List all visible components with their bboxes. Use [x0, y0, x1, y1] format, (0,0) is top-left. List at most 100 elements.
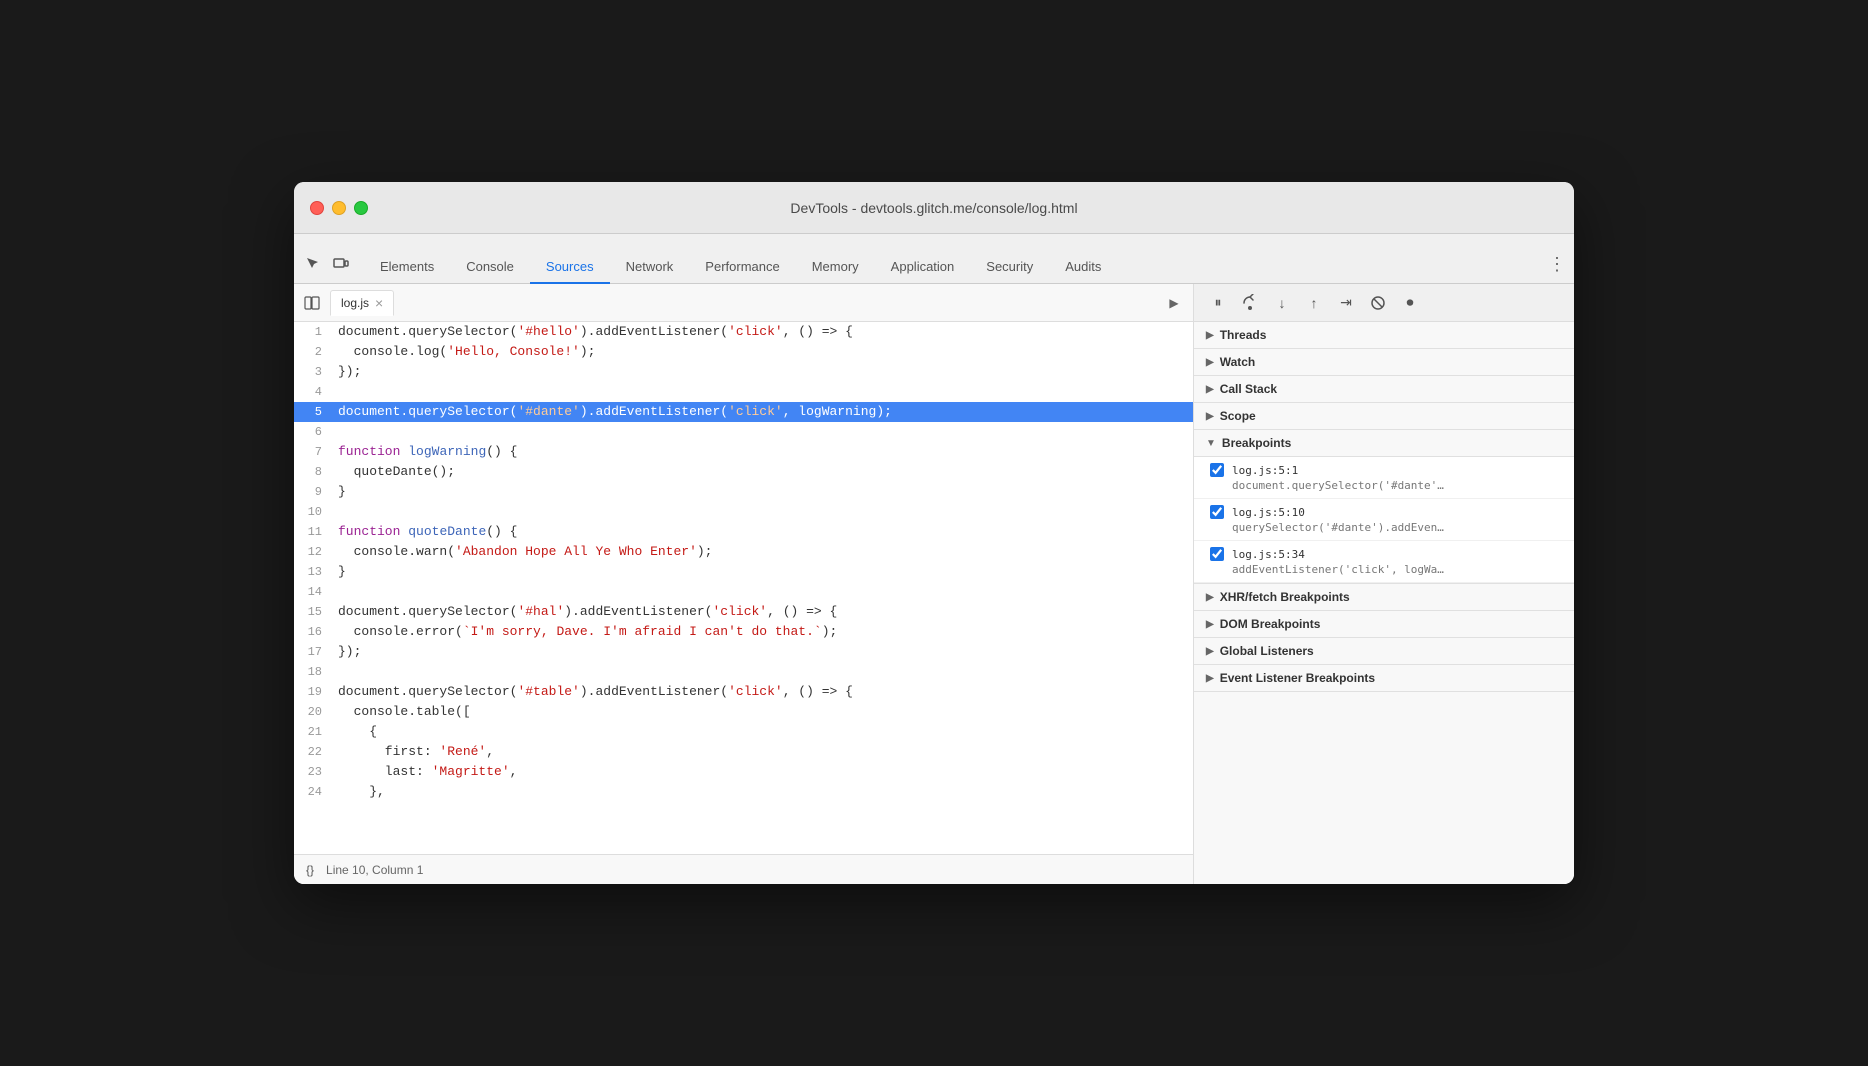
event-listener-breakpoints-arrow-icon [1206, 673, 1214, 684]
file-tab-close-icon[interactable]: × [375, 295, 383, 311]
cursor-position: Line 10, Column 1 [326, 863, 423, 877]
inspect-icon[interactable] [302, 253, 324, 275]
code-line-22: 22 first: 'René', [294, 742, 1193, 762]
window-title: DevTools - devtools.glitch.me/console/lo… [790, 200, 1077, 216]
step-button[interactable]: ⇥ [1334, 291, 1358, 315]
step-over-button[interactable] [1238, 291, 1262, 315]
code-line-13: 13 } [294, 562, 1193, 582]
xhr-breakpoints-label: XHR/fetch Breakpoints [1220, 590, 1350, 604]
dom-breakpoints-label: DOM Breakpoints [1220, 617, 1321, 631]
xhr-breakpoints-arrow-icon [1206, 592, 1214, 603]
format-icon[interactable]: {} [306, 863, 314, 877]
devtools-window: DevTools - devtools.glitch.me/console/lo… [294, 182, 1574, 884]
code-line-18: 18 [294, 662, 1193, 682]
debugger-toolbar: ⏸ ↓ ↑ ⇥ ⏺ [1194, 284, 1574, 322]
breakpoint-2-location: log.js:5:10 [1232, 506, 1305, 519]
code-line-20: 20 console.table([ [294, 702, 1193, 722]
threads-arrow-icon [1206, 330, 1214, 341]
code-line-4: 4 [294, 382, 1193, 402]
tab-console[interactable]: Console [450, 251, 530, 284]
deactivate-breakpoints-button[interactable] [1366, 291, 1390, 315]
status-bar: {} Line 10, Column 1 [294, 854, 1193, 884]
code-line-7: 7 function logWarning() { [294, 442, 1193, 462]
breakpoint-2-code: querySelector('#dante').addEven… [1232, 521, 1562, 534]
breakpoint-3-checkbox[interactable] [1210, 547, 1224, 561]
code-line-21: 21 { [294, 722, 1193, 742]
tab-performance[interactable]: Performance [689, 251, 795, 284]
file-tab-name: log.js [341, 296, 369, 310]
fullscreen-button[interactable] [354, 201, 368, 215]
title-bar: DevTools - devtools.glitch.me/console/lo… [294, 182, 1574, 234]
close-button[interactable] [310, 201, 324, 215]
tab-audits[interactable]: Audits [1049, 251, 1117, 284]
sidebar-toggle-icon[interactable] [302, 293, 322, 313]
tab-elements[interactable]: Elements [364, 251, 450, 284]
event-listener-breakpoints-label: Event Listener Breakpoints [1220, 671, 1375, 685]
scope-label: Scope [1220, 409, 1256, 423]
threads-label: Threads [1220, 328, 1267, 342]
call-stack-section-header[interactable]: Call Stack [1194, 376, 1574, 403]
tab-bar-icons [302, 253, 352, 283]
code-line-8: 8 quoteDante(); [294, 462, 1193, 482]
xhr-breakpoints-section-header[interactable]: XHR/fetch Breakpoints [1194, 584, 1574, 611]
tab-security[interactable]: Security [970, 251, 1049, 284]
tab-application[interactable]: Application [875, 251, 971, 284]
code-line-24: 24 }, [294, 782, 1193, 802]
threads-section-header[interactable]: Threads [1194, 322, 1574, 349]
editor-panel: log.js × ▶ 1 document.querySelector('#he… [294, 284, 1194, 884]
debugger-panel: ⏸ ↓ ↑ ⇥ ⏺ [1194, 284, 1574, 884]
step-into-button[interactable]: ↓ [1270, 291, 1294, 315]
pause-resume-button[interactable]: ⏸ [1206, 291, 1230, 315]
breakpoints-section-header[interactable]: Breakpoints [1194, 430, 1574, 457]
code-line-10: 10 [294, 502, 1193, 522]
code-line-2: 2 console.log('Hello, Console!'); [294, 342, 1193, 362]
code-line-17: 17 }); [294, 642, 1193, 662]
breakpoint-1-checkbox[interactable] [1210, 463, 1224, 477]
more-tabs-icon[interactable]: ⋮ [1548, 254, 1566, 283]
breakpoint-item-2: log.js:5:10 querySelector('#dante').addE… [1194, 499, 1574, 541]
watch-arrow-icon [1206, 357, 1214, 368]
tab-sources[interactable]: Sources [530, 251, 610, 284]
breakpoint-1-location: log.js:5:1 [1232, 464, 1298, 477]
breakpoints-arrow-icon [1206, 438, 1216, 449]
minimize-button[interactable] [332, 201, 346, 215]
scope-arrow-icon [1206, 411, 1214, 422]
event-listener-breakpoints-section-header[interactable]: Event Listener Breakpoints [1194, 665, 1574, 692]
watch-label: Watch [1220, 355, 1256, 369]
pause-on-exceptions-button[interactable]: ⏺ [1398, 291, 1422, 315]
debugger-sections: Threads Watch Call Stack Scope Breakpoin [1194, 322, 1574, 884]
breakpoint-3-location: log.js:5:34 [1232, 548, 1305, 561]
tab-bar: Elements Console Sources Network Perform… [294, 234, 1574, 284]
breakpoints-label: Breakpoints [1222, 436, 1291, 450]
breakpoint-item-3: log.js:5:34 addEventListener('click', lo… [1194, 541, 1574, 583]
code-line-6: 6 [294, 422, 1193, 442]
code-line-5: 5 document.querySelector('#dante').addEv… [294, 402, 1193, 422]
call-stack-arrow-icon [1206, 384, 1214, 395]
global-listeners-label: Global Listeners [1220, 644, 1314, 658]
breakpoints-content: log.js:5:1 document.querySelector('#dant… [1194, 457, 1574, 584]
editor-tabs: log.js × ▶ [294, 284, 1193, 322]
tab-network[interactable]: Network [610, 251, 690, 284]
device-toolbar-icon[interactable] [330, 253, 352, 275]
code-line-3: 3 }); [294, 362, 1193, 382]
code-line-19: 19 document.querySelector('#table').addE… [294, 682, 1193, 702]
tab-memory[interactable]: Memory [796, 251, 875, 284]
step-out-button[interactable]: ↑ [1302, 291, 1326, 315]
breakpoint-item-1: log.js:5:1 document.querySelector('#dant… [1194, 457, 1574, 499]
global-listeners-arrow-icon [1206, 646, 1214, 657]
code-line-16: 16 console.error(`I'm sorry, Dave. I'm a… [294, 622, 1193, 642]
dom-breakpoints-arrow-icon [1206, 619, 1214, 630]
main-content: log.js × ▶ 1 document.querySelector('#he… [294, 284, 1574, 884]
global-listeners-section-header[interactable]: Global Listeners [1194, 638, 1574, 665]
file-tab-log-js[interactable]: log.js × [330, 290, 394, 316]
code-line-1: 1 document.querySelector('#hello').addEv… [294, 322, 1193, 342]
code-line-9: 9 } [294, 482, 1193, 502]
scope-section-header[interactable]: Scope [1194, 403, 1574, 430]
breakpoint-2-checkbox[interactable] [1210, 505, 1224, 519]
traffic-lights [310, 201, 368, 215]
play-snippets-icon[interactable]: ▶ [1163, 292, 1185, 314]
watch-section-header[interactable]: Watch [1194, 349, 1574, 376]
dom-breakpoints-section-header[interactable]: DOM Breakpoints [1194, 611, 1574, 638]
code-editor[interactable]: 1 document.querySelector('#hello').addEv… [294, 322, 1193, 854]
code-line-12: 12 console.warn('Abandon Hope All Ye Who… [294, 542, 1193, 562]
